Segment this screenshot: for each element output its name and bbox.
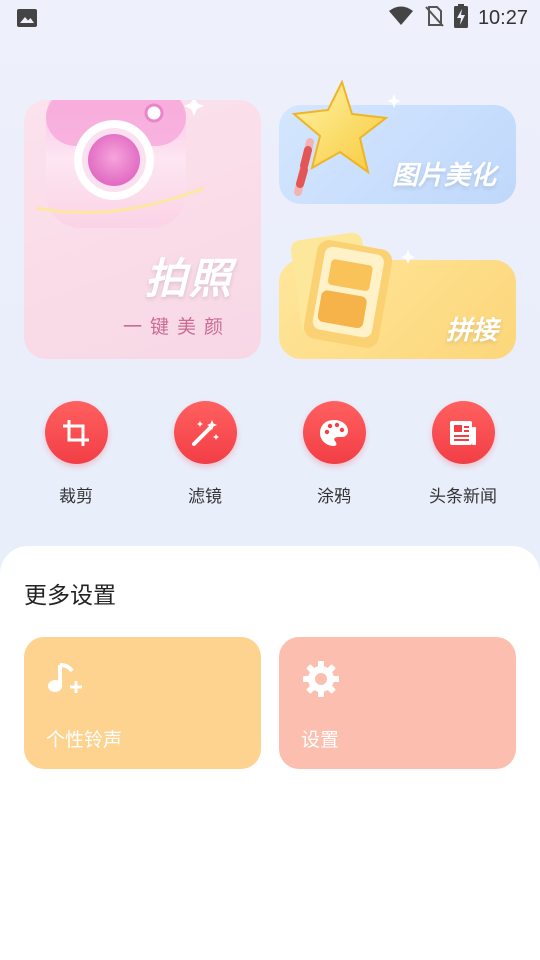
crop-icon — [44, 401, 108, 464]
tools-row: 裁剪 滤镜 涂鸦 头条新闻 — [0, 400, 540, 510]
more-settings-title: 更多设置 — [24, 583, 116, 609]
tool-news[interactable]: 头条新闻 — [408, 400, 518, 507]
beautify-title: 图片美化 — [391, 161, 496, 191]
status-time: 10:27 — [477, 6, 528, 29]
music-note-add-icon — [46, 659, 86, 703]
photo-title: 拍照 — [144, 254, 233, 303]
battery-charging-icon — [453, 4, 468, 32]
tool-label: 涂鸦 — [317, 487, 351, 507]
status-bar: 10:27 — [0, 0, 540, 36]
camera-icon — [34, 100, 234, 242]
gear-icon — [301, 659, 341, 703]
settings-label: 设置 — [301, 729, 340, 751]
collage-title: 拼接 — [445, 316, 498, 346]
settings-button[interactable]: 设置 — [279, 637, 516, 769]
palette-icon — [302, 401, 366, 464]
newspaper-icon — [431, 401, 495, 464]
tool-doodle[interactable]: 涂鸦 — [279, 400, 389, 507]
image-icon — [16, 8, 38, 28]
tool-filter[interactable]: 滤镜 — [150, 400, 260, 507]
no-sim-icon — [424, 5, 444, 31]
tool-crop[interactable]: 裁剪 — [21, 400, 131, 507]
tool-label: 头条新闻 — [429, 487, 497, 507]
magic-wand-icon — [173, 401, 237, 464]
photo-card[interactable]: 拍照 一键美颜 — [24, 100, 261, 359]
photo-subtitle: 一键美颜 — [122, 316, 231, 338]
more-settings-sheet: 更多设置 个性铃声 设置 — [0, 546, 540, 960]
tool-label: 滤镜 — [188, 487, 222, 507]
tool-label: 裁剪 — [59, 487, 93, 507]
wifi-icon — [388, 6, 414, 30]
photo-stack-icon — [290, 232, 420, 361]
ringtone-button[interactable]: 个性铃声 — [24, 637, 261, 769]
star-wand-icon — [282, 79, 402, 204]
ringtone-label: 个性铃声 — [46, 729, 123, 751]
